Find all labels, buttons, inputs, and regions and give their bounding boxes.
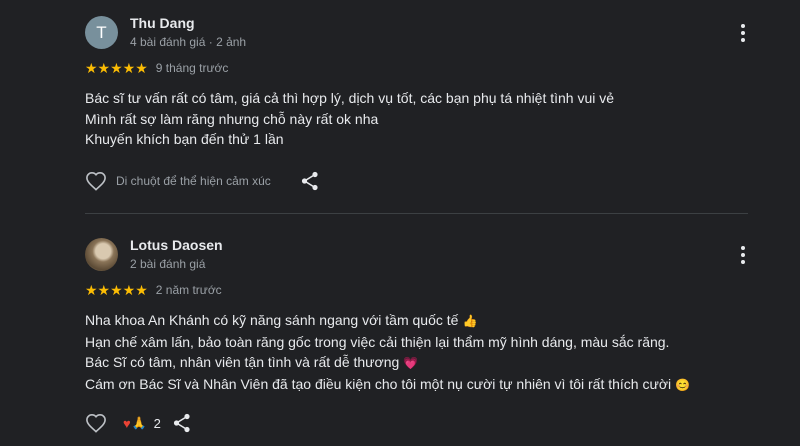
more-vert-icon <box>741 246 745 250</box>
author-meta: 4 bài đánh giá · 2 ảnh <box>130 35 247 49</box>
more-options-button[interactable] <box>736 22 750 44</box>
review-text: Bác sĩ tư vấn rất có tâm, giá cả thì hợp… <box>85 88 614 150</box>
share-button[interactable] <box>301 171 319 191</box>
review-actions: Di chuột để thể hiện cảm xúc <box>85 169 319 193</box>
star-rating: ★★★★★ <box>85 60 148 76</box>
review-text: Nha khoa An Khánh có kỹ năng sánh ngang … <box>85 310 690 395</box>
review-line: Mình rất sợ làm răng nhưng chỗ này rất o… <box>85 110 379 127</box>
review-line: Cám ơn Bác Sĩ và Nhân Viên đã tạo điều k… <box>85 374 690 396</box>
share-icon <box>173 413 190 433</box>
heart-outline-icon <box>86 171 106 191</box>
reaction-summary[interactable]: ♥ 🙏 2 <box>123 416 161 431</box>
rating-row: ★★★★★ 9 tháng trước <box>85 60 228 76</box>
avatar[interactable] <box>85 238 118 271</box>
review-line: Hạn chế xâm lấn, bảo toàn răng gốc trong… <box>85 333 670 350</box>
reviews-panel: T Thu Dang 4 bài đánh giá · 2 ảnh ★★★★★ … <box>0 0 800 446</box>
share-button[interactable] <box>173 413 191 433</box>
heart-emoji: 💗 <box>403 356 419 370</box>
more-options-button[interactable] <box>736 244 750 266</box>
author-name[interactable]: Lotus Daosen <box>130 236 223 254</box>
review-author: Lotus Daosen 2 bài đánh giá <box>130 236 223 272</box>
star-rating: ★★★★★ <box>85 282 148 298</box>
review-line: Nha khoa An Khánh có kỹ năng sánh ngang … <box>85 310 690 332</box>
share-icon <box>301 171 318 191</box>
review-line-text: Cám ơn Bác Sĩ và Nhân Viên đã tạo điều k… <box>85 375 672 392</box>
review-line: Bác sĩ tư vấn rất có tâm, giá cả thì hợp… <box>85 90 615 106</box>
review-time: 2 năm trước <box>155 283 222 297</box>
avatar[interactable]: T <box>85 16 118 49</box>
heart-outline-icon <box>86 413 106 433</box>
like-button[interactable] <box>85 171 107 191</box>
review-divider <box>85 213 748 214</box>
rating-row: ★★★★★ 2 năm trước <box>85 282 222 298</box>
review-line: Khuyến khích bạn đến thử 1 lần <box>85 131 284 147</box>
avatar-letter: T <box>96 22 107 42</box>
more-vert-dot <box>741 253 745 257</box>
review-actions: ♥ 🙏 2 <box>85 411 191 435</box>
review-author: Thu Dang 4 bài đánh giá · 2 ảnh <box>130 14 246 50</box>
more-vert-dot <box>741 31 745 35</box>
reaction-count: 2 <box>153 415 161 431</box>
author-name[interactable]: Thu Dang <box>130 14 246 32</box>
review-line-text: Nha khoa An Khánh có kỹ năng sánh ngang … <box>85 312 459 328</box>
like-button[interactable] <box>85 413 107 433</box>
review-line: Bác Sĩ có tâm, nhân viên tận tình và rất… <box>85 352 690 374</box>
author-meta: 2 bài đánh giá <box>130 257 206 271</box>
more-vert-dot <box>741 38 745 42</box>
react-hint: Di chuột để thể hiện cảm xúc <box>116 174 271 188</box>
more-vert-dot <box>741 260 745 264</box>
smile-emoji: 😊 <box>675 377 691 392</box>
review-line-text: Bác Sĩ có tâm, nhân viên tận tình và rất… <box>85 354 400 370</box>
heart-reaction-icon: ♥ <box>123 415 131 431</box>
pray-reaction-icon: 🙏 <box>131 416 147 430</box>
review-time: 9 tháng trước <box>155 61 229 75</box>
more-vert-icon <box>741 24 745 28</box>
thumbs-up-emoji: 👍 <box>462 314 478 328</box>
